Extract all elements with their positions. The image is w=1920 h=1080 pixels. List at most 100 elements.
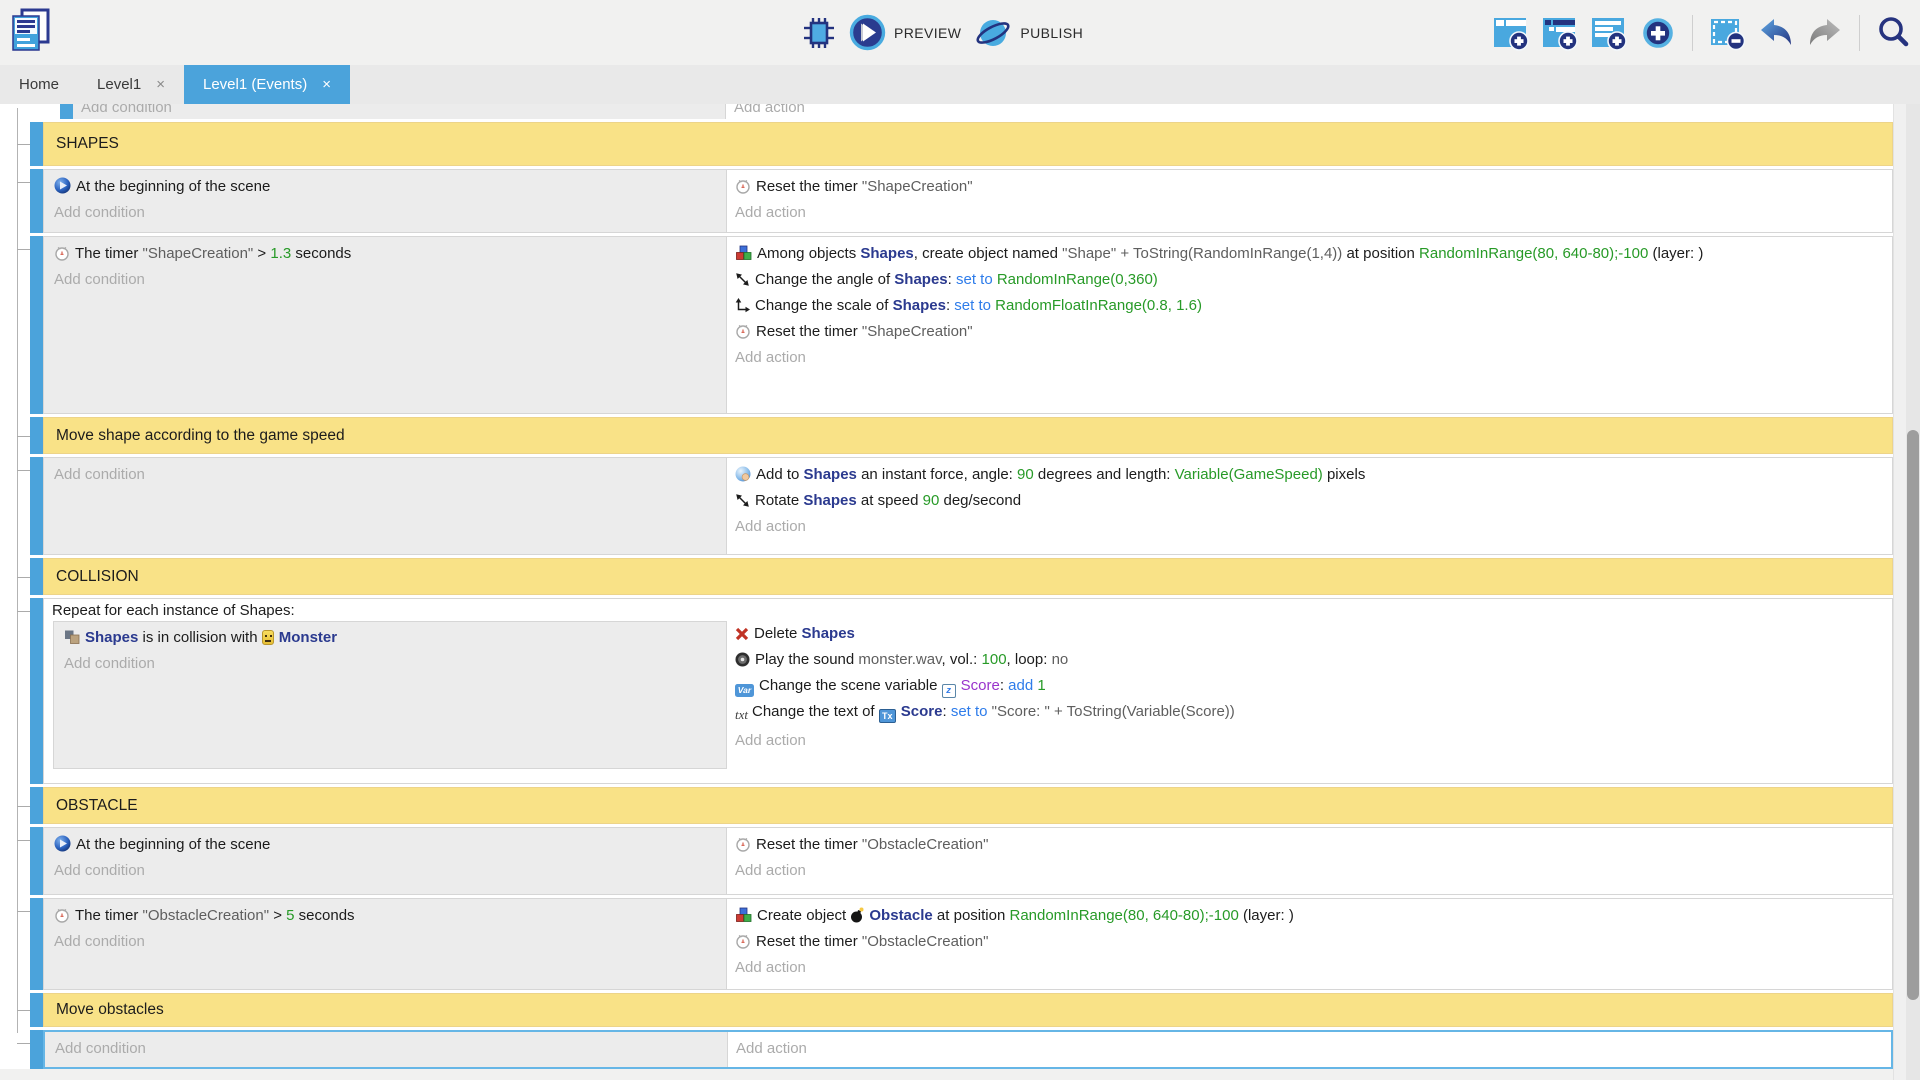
- action-line[interactable]: Rotate Shapes at speed 90 deg/second: [727, 488, 1886, 514]
- preview-button[interactable]: PREVIEW: [847, 12, 963, 53]
- group-row: Move shape according to the game speed: [0, 417, 1893, 454]
- tab-close-icon[interactable]: ×: [322, 76, 331, 93]
- action-line[interactable]: VarChange the scene variable zScore: add…: [727, 673, 1886, 699]
- group-row: Move obstacles: [0, 993, 1893, 1027]
- redo-button[interactable]: [1805, 14, 1845, 52]
- add-action-button[interactable]: Add action: [728, 1036, 1885, 1062]
- add-action-button[interactable]: Add action: [727, 345, 1886, 371]
- add-action-button[interactable]: Add action: [727, 728, 1886, 754]
- text-segment: "ObstacleCreation": [862, 933, 989, 950]
- add-condition-button[interactable]: Add condition: [44, 267, 726, 293]
- add-action-button[interactable]: Add action: [727, 514, 1886, 540]
- tab-level1[interactable]: Level1×: [78, 65, 184, 104]
- group-header-move-shape-according-to-the-game-speed[interactable]: Move shape according to the game speed: [43, 417, 1893, 454]
- text-segment: Delete: [754, 625, 802, 642]
- action-line[interactable]: Reset the timer "ObstacleCreation": [727, 929, 1886, 955]
- search-button[interactable]: [1874, 13, 1914, 53]
- add-action-button[interactable]: Add action: [727, 955, 1886, 981]
- event-drag-handle[interactable]: [30, 558, 43, 595]
- add-condition-button[interactable]: Add condition: [44, 462, 726, 488]
- text-segment: "ObstacleCreation": [143, 907, 270, 924]
- condition-line[interactable]: Shapes is in collision with Monster: [54, 625, 726, 651]
- preview-label: PREVIEW: [894, 25, 961, 41]
- event-drag-handle[interactable]: [30, 898, 43, 990]
- add-subevent-button[interactable]: [1540, 13, 1580, 53]
- text-segment: set to: [951, 703, 992, 720]
- action-line[interactable]: Create object Obstacle at position Rando…: [727, 903, 1886, 929]
- action-line[interactable]: Reset the timer "ShapeCreation": [727, 319, 1886, 345]
- action-line[interactable]: Change the angle of Shapes: set to Rando…: [727, 267, 1886, 293]
- action-line[interactable]: Delete Shapes: [727, 621, 1886, 647]
- add-comment-button[interactable]: [1589, 13, 1629, 53]
- conditions-column: At the beginning of the sceneAdd conditi…: [44, 828, 727, 894]
- timer-icon: [735, 323, 751, 339]
- project-manager-icon[interactable]: [8, 7, 54, 55]
- foreach-header[interactable]: Repeat for each instance of Shapes:: [44, 599, 1892, 621]
- condition-line[interactable]: The timer "ObstacleCreation" > 5 seconds: [44, 903, 726, 929]
- group-header-collision[interactable]: COLLISION: [43, 558, 1893, 595]
- event-drag-handle[interactable]: [30, 457, 43, 555]
- condition-line[interactable]: The timer "ShapeCreation" > 1.3 seconds: [44, 241, 726, 267]
- group-header-shapes[interactable]: SHAPES: [43, 122, 1893, 166]
- add-action-button[interactable]: Add action: [726, 104, 1893, 119]
- text-segment: Change the angle of: [755, 271, 894, 288]
- group-header-obstacle[interactable]: OBSTACLE: [43, 787, 1893, 824]
- add-condition-button[interactable]: Add condition: [44, 929, 726, 955]
- group-header-move-obstacles[interactable]: Move obstacles: [43, 993, 1893, 1027]
- text-segment: Change the scale of: [755, 297, 893, 314]
- action-line[interactable]: Reset the timer "ShapeCreation": [727, 174, 1886, 200]
- add-condition-button[interactable]: Add condition: [44, 200, 726, 226]
- text-segment: set to: [954, 297, 995, 314]
- add-action-button[interactable]: Add action: [727, 200, 1886, 226]
- add-action-button[interactable]: Add action: [727, 858, 1886, 884]
- vertical-scrollbar-thumb[interactable]: [1907, 430, 1919, 1000]
- event-drag-handle[interactable]: [30, 236, 43, 414]
- event-tree-rail: [0, 169, 30, 233]
- text-segment: Create object: [757, 907, 850, 924]
- event-tree-rail: [0, 104, 30, 119]
- main-toolbar: PREVIEW PUBLISH: [0, 0, 1920, 65]
- event-drag-handle[interactable]: [30, 417, 43, 454]
- publish-button[interactable]: PUBLISH: [972, 13, 1085, 53]
- event-drag-handle[interactable]: [60, 104, 73, 119]
- action-line[interactable]: Reset the timer "ObstacleCreation": [727, 832, 1886, 858]
- condition-line[interactable]: At the beginning of the scene: [44, 174, 726, 200]
- condition-line[interactable]: At the beginning of the scene: [44, 832, 726, 858]
- event-block: The timer "ShapeCreation" > 1.3 secondsA…: [43, 236, 1893, 414]
- sheet-right-gutter: [1893, 104, 1920, 1080]
- event-drag-handle[interactable]: [30, 122, 43, 166]
- event-drag-handle[interactable]: [30, 1030, 43, 1069]
- tab-level1-events[interactable]: Level1 (Events)×: [184, 65, 350, 104]
- add-condition-button[interactable]: Add condition: [45, 1036, 727, 1062]
- action-line[interactable]: Change the scale of Shapes: set to Rando…: [727, 293, 1886, 319]
- event-drag-handle[interactable]: [30, 598, 43, 784]
- event-tree-rail: [0, 598, 30, 784]
- action-line[interactable]: Play the sound monster.wav, vol.: 100, l…: [727, 647, 1886, 673]
- event-drag-handle[interactable]: [30, 169, 43, 233]
- remove-event-button[interactable]: [1707, 13, 1747, 53]
- add-circle-button[interactable]: [1638, 13, 1678, 53]
- sound-icon: [735, 652, 750, 667]
- preview-play-icon: [849, 14, 886, 51]
- event-drag-handle[interactable]: [30, 787, 43, 824]
- tab-home[interactable]: Home: [0, 65, 78, 104]
- timer-icon: [735, 178, 751, 194]
- undo-button[interactable]: [1756, 14, 1796, 52]
- add-event-button[interactable]: [1491, 13, 1531, 53]
- vertical-scrollbar-track[interactable]: [1906, 104, 1920, 1080]
- event-drag-handle[interactable]: [30, 827, 43, 895]
- text-segment: "ObstacleCreation": [862, 836, 989, 853]
- text-segment: Add action: [735, 862, 806, 879]
- action-line[interactable]: Among objects Shapes, create object name…: [727, 241, 1886, 267]
- action-line[interactable]: txtChange the text of TxScore: set to "S…: [727, 699, 1886, 728]
- group-row: COLLISION: [0, 558, 1893, 595]
- textobj-icon: Tx: [879, 709, 896, 723]
- event-drag-handle[interactable]: [30, 993, 43, 1027]
- text-segment: degrees and length:: [1034, 466, 1175, 483]
- add-condition-button[interactable]: Add condition: [44, 858, 726, 884]
- tab-close-icon[interactable]: ×: [156, 76, 165, 93]
- action-line[interactable]: Add to Shapes an instant force, angle: 9…: [727, 462, 1886, 488]
- debugger-button[interactable]: [800, 14, 838, 52]
- add-condition-button[interactable]: Add condition: [54, 651, 726, 677]
- add-condition-button[interactable]: Add condition: [73, 104, 725, 119]
